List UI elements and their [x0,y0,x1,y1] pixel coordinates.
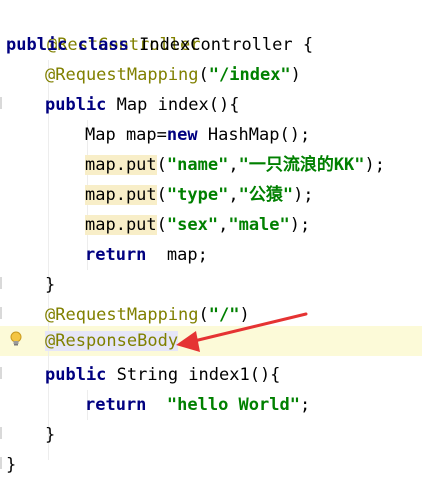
red-arrow-annotation [176,312,308,352]
code-editor[interactable]: @RestController public class IndexContro… [0,0,422,491]
arrow-head [176,331,200,352]
arrow-shaft [188,312,308,344]
